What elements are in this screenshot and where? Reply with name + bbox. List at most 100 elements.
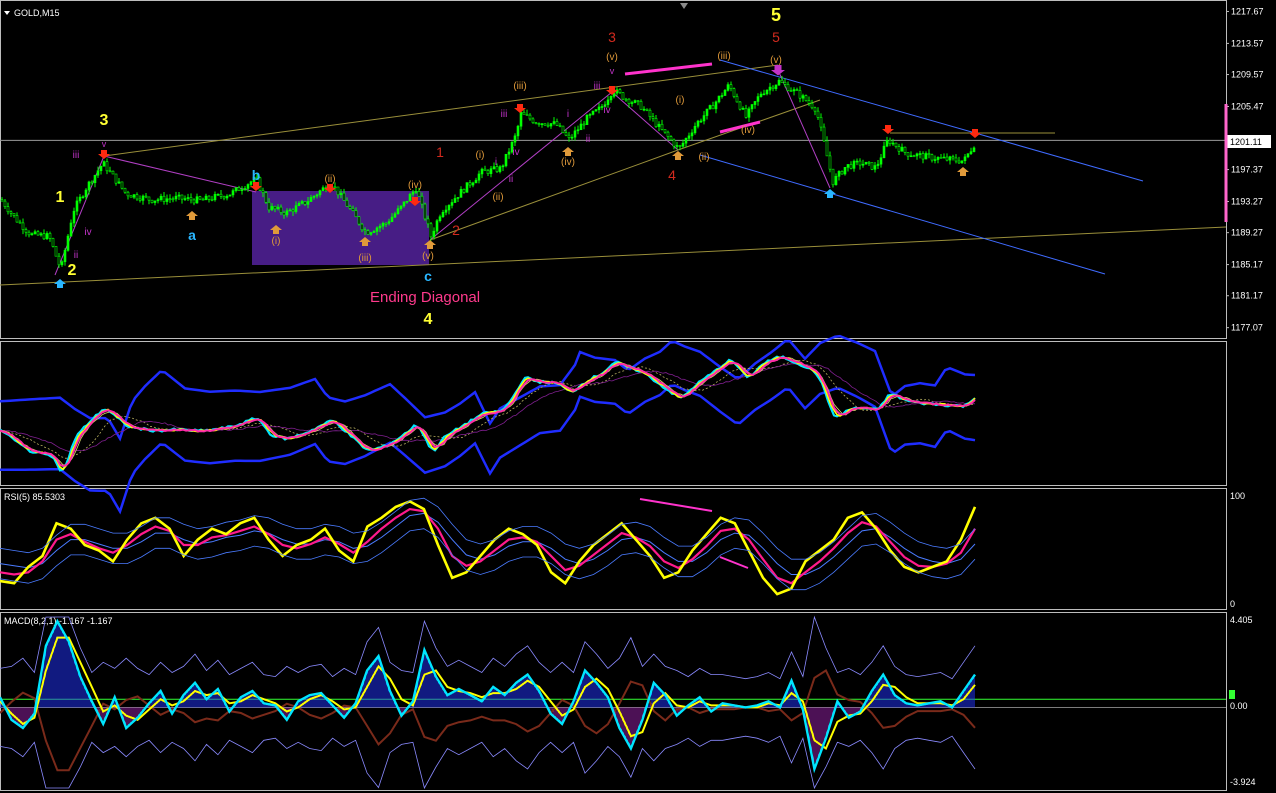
candle-body bbox=[156, 199, 160, 202]
candle-body bbox=[174, 195, 178, 200]
candle-body bbox=[843, 167, 847, 175]
candle-body bbox=[279, 206, 283, 213]
wave-label: 3 bbox=[100, 112, 109, 129]
candle-body bbox=[771, 86, 775, 89]
candle-body bbox=[561, 125, 565, 133]
down-arrow-icon bbox=[606, 86, 618, 95]
candle-body bbox=[399, 205, 403, 209]
wave-label: 3 bbox=[608, 29, 616, 45]
candle-body bbox=[366, 230, 370, 235]
wave-connector-4 bbox=[611, 91, 679, 151]
candle-body bbox=[543, 123, 547, 126]
candle-body bbox=[804, 95, 808, 101]
candle-body bbox=[297, 203, 301, 207]
candle-body bbox=[378, 225, 382, 229]
wave-label: iii bbox=[73, 150, 80, 161]
envelope-dashed-ma bbox=[0, 359, 976, 459]
wave-label: iii bbox=[594, 81, 601, 92]
candle-body bbox=[861, 163, 865, 166]
candle-body bbox=[873, 165, 877, 170]
candle-body bbox=[360, 223, 364, 231]
candle-body bbox=[165, 198, 169, 202]
candle-body bbox=[909, 155, 913, 158]
candle-body bbox=[411, 191, 415, 195]
candle-body bbox=[525, 113, 529, 116]
candle-body bbox=[225, 195, 229, 199]
candle-body bbox=[219, 193, 223, 197]
candle-body bbox=[24, 229, 28, 233]
candle-body bbox=[405, 200, 409, 203]
candle-body bbox=[228, 194, 232, 197]
candle-body bbox=[765, 89, 769, 95]
rsi-lines bbox=[0, 497, 977, 596]
candle-body bbox=[837, 171, 841, 177]
price-tick-label: 1189.27 bbox=[1231, 228, 1263, 238]
candle-body bbox=[483, 168, 487, 171]
candle-body bbox=[816, 110, 820, 118]
candle-body bbox=[729, 84, 733, 89]
wave-label: iii bbox=[501, 109, 508, 120]
candle-body bbox=[240, 189, 244, 191]
candle-body bbox=[903, 146, 907, 153]
candle-body bbox=[471, 182, 475, 186]
candle-body bbox=[231, 190, 235, 196]
candle-body bbox=[957, 160, 961, 164]
candle-body bbox=[48, 233, 52, 239]
candle-body bbox=[717, 95, 721, 103]
candle-body bbox=[930, 154, 934, 161]
rsi-title: RSI(5) 85.5303 bbox=[4, 492, 65, 502]
wave-label: a bbox=[188, 227, 196, 243]
candle-body bbox=[39, 233, 43, 236]
candle-body bbox=[693, 126, 697, 134]
wave-label: (i) bbox=[272, 236, 281, 247]
candle-body bbox=[786, 84, 790, 91]
chart-shift-marker-icon[interactable] bbox=[680, 3, 688, 9]
candle-body bbox=[60, 261, 64, 266]
candle-body bbox=[915, 153, 919, 157]
candle-body bbox=[687, 135, 691, 139]
candle-body bbox=[108, 170, 112, 173]
candle-body bbox=[564, 132, 568, 136]
price-axis: 1217.67 1213.57 1209.57 1205.47 1197.37 1193.… bbox=[1226, 6, 1264, 333]
symbol-label: GOLD,M15 bbox=[14, 8, 60, 18]
candle-body bbox=[888, 140, 892, 144]
wave-label: (iv) bbox=[741, 125, 755, 136]
rsi-lower-band bbox=[0, 528, 976, 591]
candle-body bbox=[570, 136, 574, 139]
candle-body bbox=[318, 190, 322, 196]
candle-body bbox=[30, 233, 34, 236]
candle-body bbox=[93, 174, 97, 183]
candle-body bbox=[507, 151, 511, 155]
rsi-panel-frame bbox=[0, 488, 1227, 610]
wave-label: ii bbox=[74, 250, 78, 261]
macd-bottom-label: -3.924 bbox=[1230, 777, 1256, 787]
candle-body bbox=[522, 111, 526, 115]
candle-body bbox=[834, 176, 838, 186]
candle-body bbox=[849, 164, 853, 169]
macd-upper-envelope bbox=[0, 615, 976, 680]
candle-body bbox=[540, 123, 544, 125]
candle-body bbox=[864, 161, 868, 165]
candle-body bbox=[852, 160, 856, 169]
candle-body bbox=[447, 205, 451, 211]
candle-body bbox=[186, 197, 190, 199]
candle-body bbox=[384, 222, 388, 225]
candle-body bbox=[936, 157, 940, 160]
candle-body bbox=[912, 155, 916, 158]
candle-body bbox=[246, 184, 250, 189]
candle-body bbox=[111, 170, 115, 175]
down-arrow-icon bbox=[98, 150, 110, 159]
candle-body bbox=[210, 199, 214, 201]
candle-body bbox=[159, 195, 163, 200]
candle-body bbox=[63, 250, 67, 263]
candle-body bbox=[27, 231, 31, 236]
candle-body bbox=[237, 187, 241, 191]
divergence-line-rsi-2 bbox=[719, 556, 749, 569]
candle-body bbox=[300, 201, 304, 204]
candle-body bbox=[444, 209, 448, 213]
trading-chart: GOLD,M15 312iiiiviivabc4(i)(ii)(iii)(iv)… bbox=[0, 0, 1271, 791]
candle-body bbox=[891, 142, 895, 145]
candle-body bbox=[264, 192, 268, 203]
symbol-dropdown-icon[interactable] bbox=[4, 11, 10, 15]
candle-body bbox=[72, 210, 76, 224]
